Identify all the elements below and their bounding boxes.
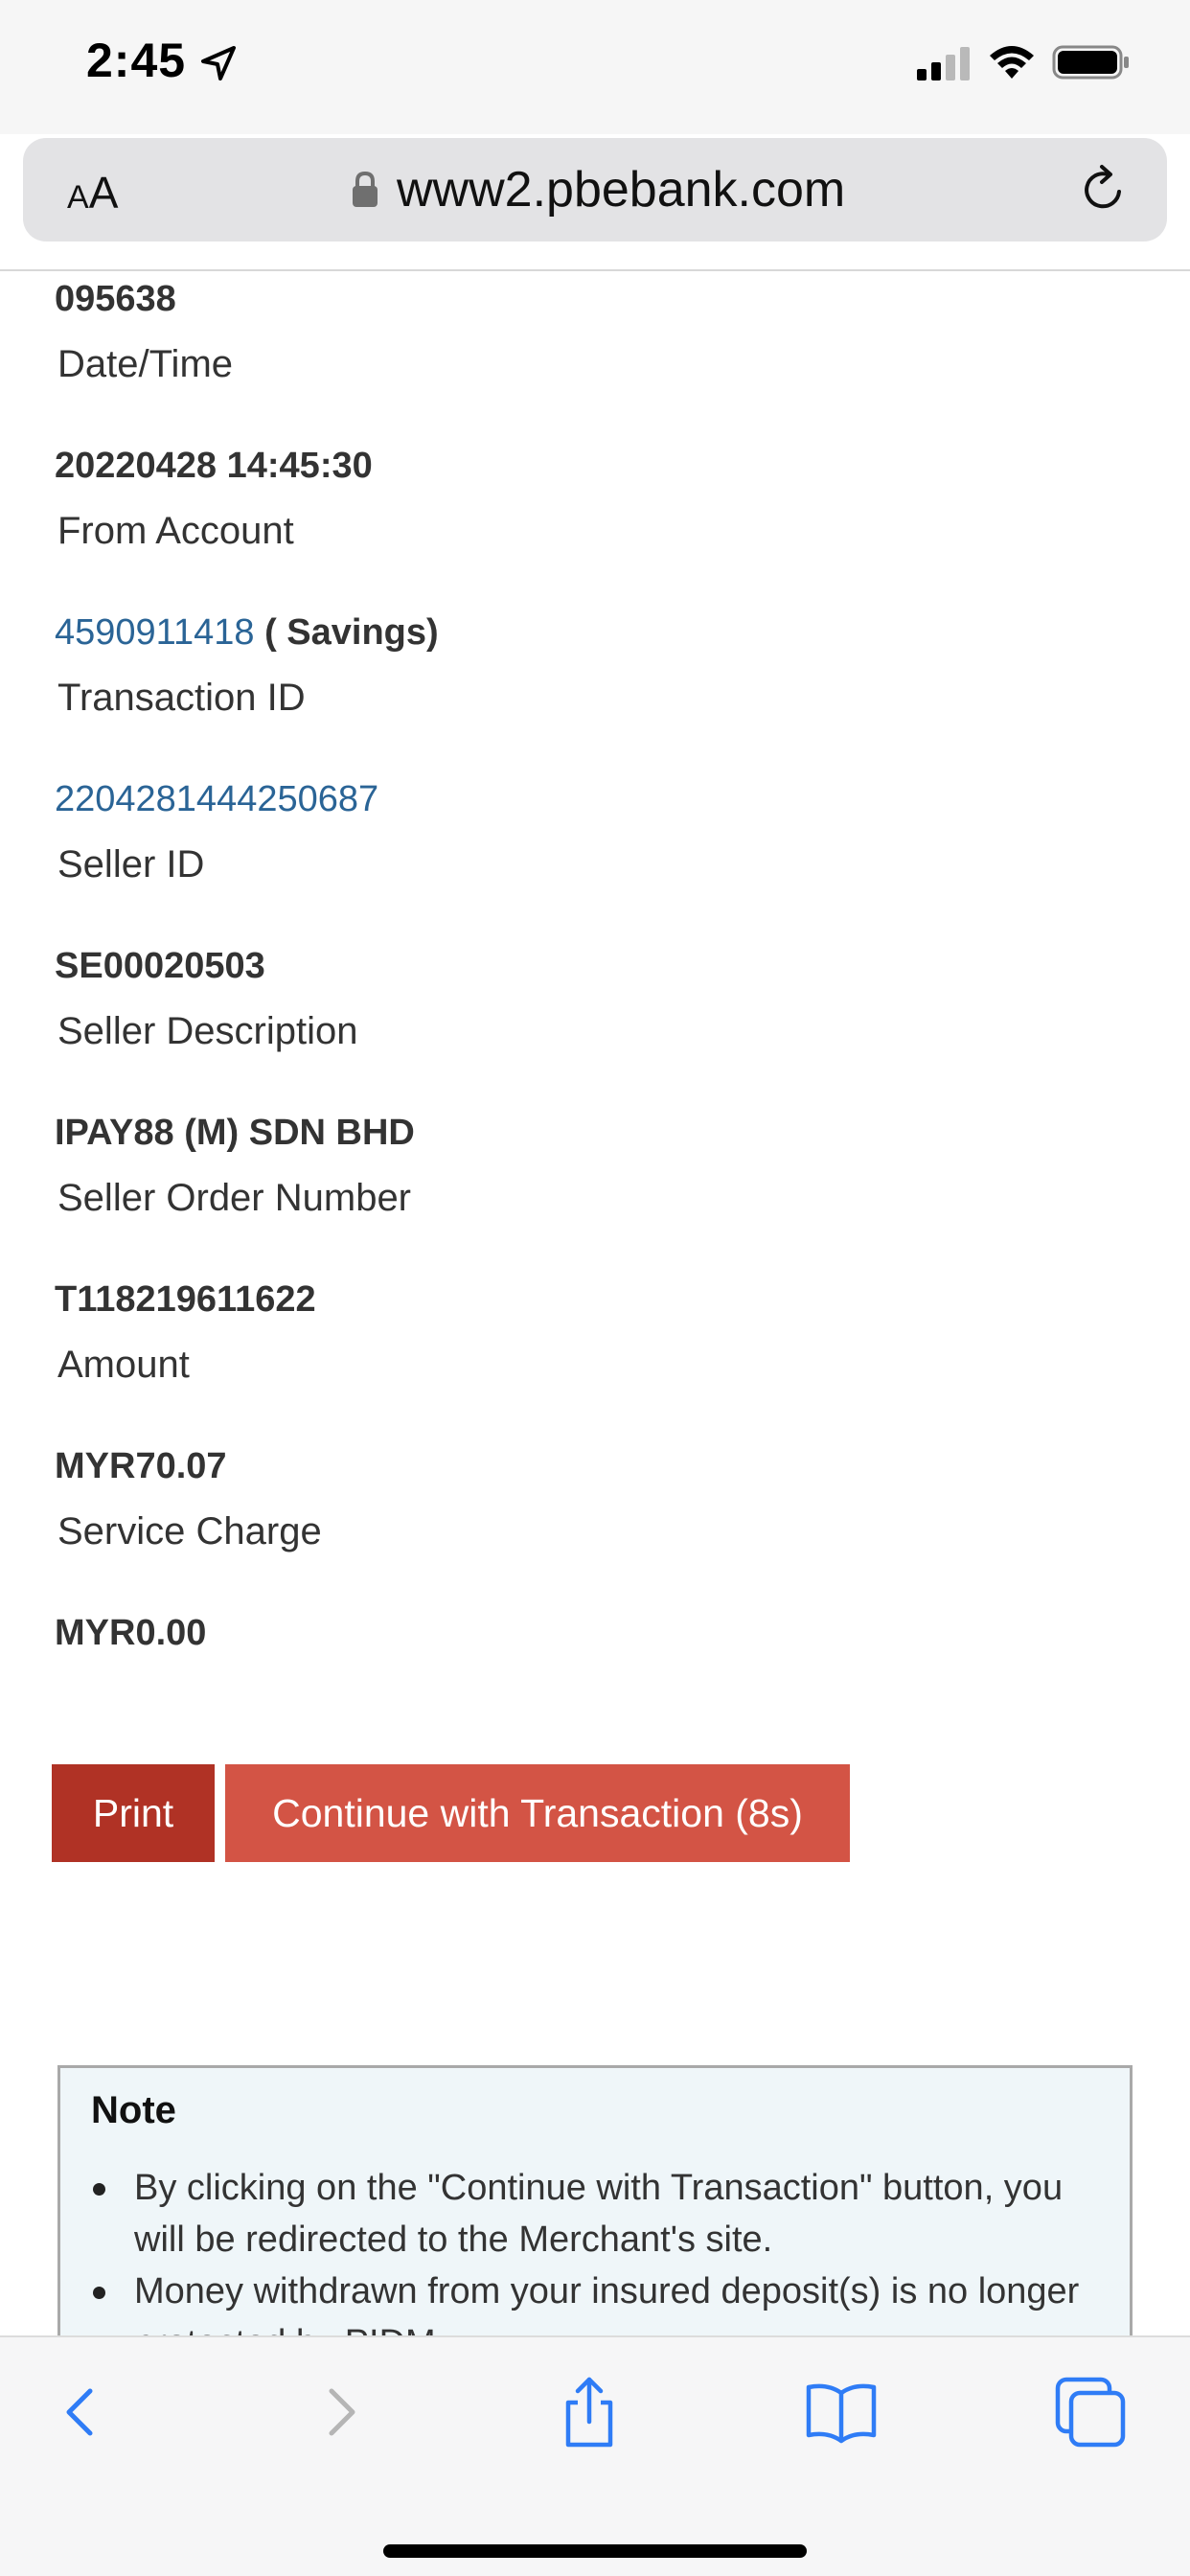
amount-label: Amount — [57, 1344, 190, 1386]
continue-transaction-button[interactable]: Continue with Transaction (8s) — [225, 1764, 850, 1862]
from-account-label: From Account — [57, 510, 294, 552]
from-account-value: 4590911418 ( Savings) — [55, 612, 439, 654]
reload-icon[interactable] — [1075, 161, 1133, 218]
wifi-icon — [990, 46, 1034, 79]
cellular-signal-icon — [917, 47, 970, 80]
location-arrow-icon — [201, 46, 236, 80]
print-button[interactable]: Print — [52, 1764, 215, 1862]
transaction-id-link[interactable]: 2204281444250687 — [55, 779, 378, 820]
url-text[interactable]: www2.pbebank.com — [397, 161, 845, 218]
forward-chevron-icon[interactable] — [303, 2374, 379, 2450]
status-bar: 2:45 — [0, 0, 1190, 134]
divider — [0, 269, 1190, 271]
transaction-id-label: Transaction ID — [57, 677, 306, 719]
back-chevron-icon[interactable] — [44, 2374, 121, 2450]
seller-order-label: Seller Order Number — [57, 1177, 412, 1219]
seller-id-value: SE00020503 — [55, 946, 265, 986]
service-charge-value: MYR0.00 — [55, 1613, 207, 1653]
amount-value: MYR70.07 — [55, 1446, 227, 1486]
note-list: By clicking on the "Continue with Transa… — [91, 2162, 1107, 2353]
status-time: 2:45 — [86, 34, 187, 87]
approval-code-value: 095638 — [55, 279, 176, 319]
note-box: Note By clicking on the "Continue with T… — [57, 2065, 1133, 2353]
text-size-button[interactable]: AA — [67, 167, 118, 218]
from-account-number-link[interactable]: 4590911418 — [55, 612, 255, 653]
bookmarks-book-icon[interactable] — [803, 2374, 880, 2450]
seller-order-value: T118219611622 — [55, 1279, 316, 1320]
share-icon[interactable] — [551, 2374, 628, 2450]
screen: 2:45 AA www2.pbebank.com 095638 Date/Tim… — [0, 0, 1190, 2576]
battery-icon — [1052, 45, 1129, 80]
seller-id-label: Seller ID — [57, 843, 205, 886]
tabs-icon[interactable] — [1052, 2374, 1129, 2450]
address-bar[interactable]: AA www2.pbebank.com — [23, 138, 1167, 242]
datetime-label: Date/Time — [57, 343, 234, 385]
from-account-type: ( Savings) — [254, 612, 439, 653]
service-charge-label: Service Charge — [57, 1510, 322, 1552]
browser-toolbar — [0, 2335, 1190, 2576]
lock-icon — [353, 171, 378, 207]
note-title: Note — [91, 2089, 176, 2131]
seller-description-label: Seller Description — [57, 1010, 358, 1052]
datetime-value: 20220428 14:45:30 — [55, 446, 373, 486]
note-item: By clicking on the "Continue with Transa… — [91, 2162, 1107, 2266]
seller-description-value: IPAY88 (M) SDN BHD — [55, 1113, 415, 1153]
home-indicator — [383, 2544, 807, 2558]
